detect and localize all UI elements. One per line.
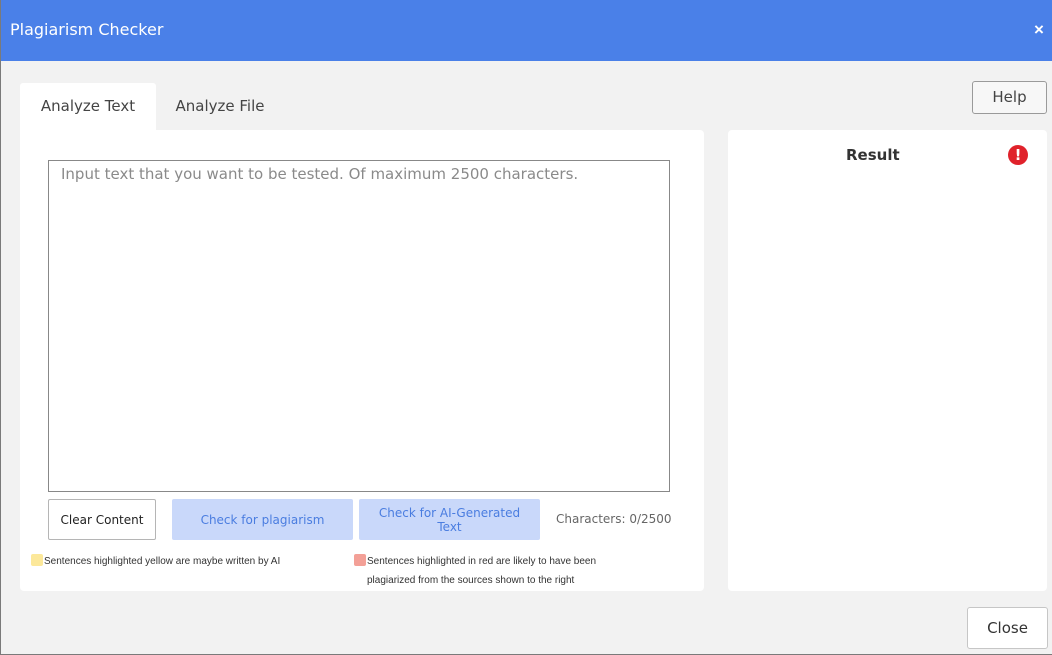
red-highlight-swatch bbox=[354, 554, 366, 566]
red-legend-text-line1: Sentences highlighted in red are likely … bbox=[367, 556, 597, 567]
result-title: Result bbox=[846, 146, 900, 164]
help-button[interactable]: Help bbox=[972, 81, 1047, 114]
result-panel bbox=[728, 130, 1047, 591]
dialog-title: Plagiarism Checker bbox=[10, 20, 164, 39]
yellow-highlight-swatch bbox=[31, 554, 43, 566]
check-plagiarism-button[interactable]: Check for plagiarism bbox=[172, 499, 353, 540]
plagiarism-checker-dialog: Plagiarism Checker × Help Analyze Text A… bbox=[0, 0, 1052, 655]
close-icon[interactable]: × bbox=[1031, 21, 1047, 39]
dialog-titlebar: Plagiarism Checker × bbox=[1, 0, 1052, 61]
close-button[interactable]: Close bbox=[967, 607, 1048, 649]
alert-icon[interactable]: ! bbox=[1008, 145, 1028, 165]
tab-analyze-text[interactable]: Analyze Text bbox=[20, 83, 156, 130]
tab-analyze-file[interactable]: Analyze File bbox=[156, 83, 284, 130]
yellow-legend-text: Sentences highlighted yellow are maybe w… bbox=[44, 556, 281, 567]
text-input[interactable] bbox=[48, 160, 670, 492]
character-count: Characters: 0/2500 bbox=[556, 512, 672, 526]
clear-content-button[interactable]: Clear Content bbox=[48, 499, 156, 540]
check-ai-text-button[interactable]: Check for AI-Generated Text bbox=[359, 499, 540, 540]
red-legend-text-line2: plagiarized from the sources shown to th… bbox=[367, 575, 575, 586]
